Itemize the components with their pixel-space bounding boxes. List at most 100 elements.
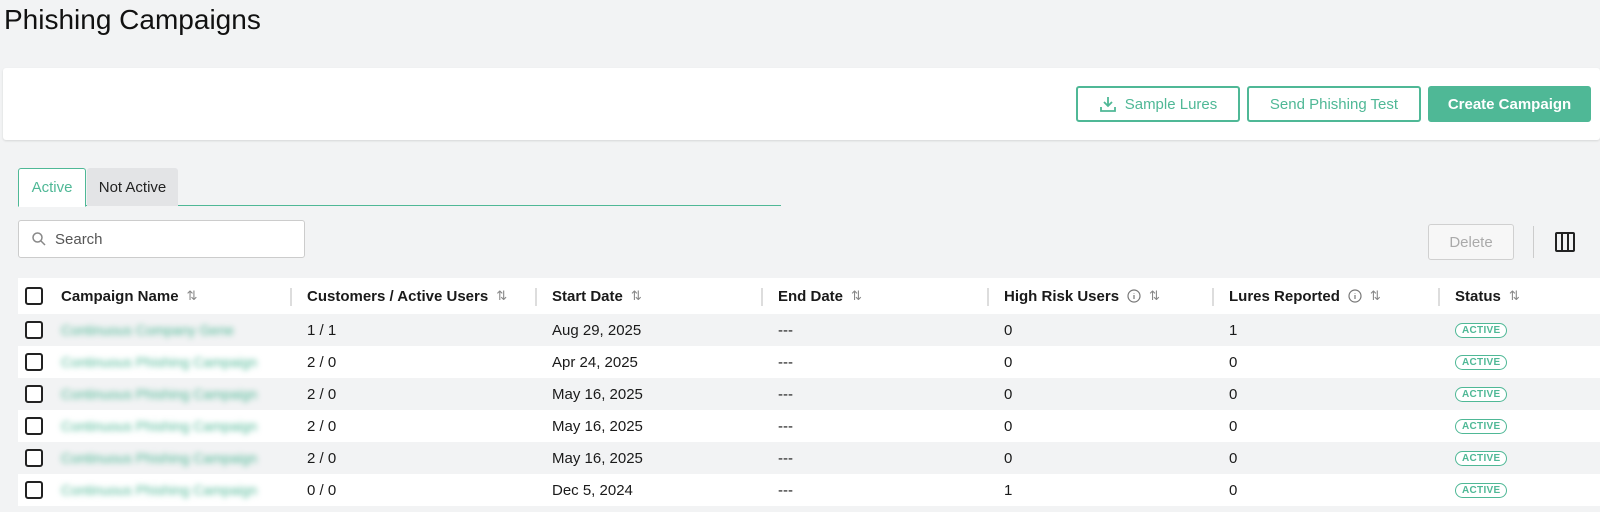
status-cell: ACTIVE [1455,386,1508,402]
start-date-cell: May 16, 2025 [552,417,643,435]
header-label: High Risk Users [1004,287,1120,305]
row-select-cell [25,417,43,435]
create-campaign-label: Create Campaign [1447,95,1572,113]
table-row[interactable]: Continuous Phishing Campaign 0 / 0 Dec 5… [18,474,1600,506]
sort-icon: ⇅ [1369,288,1381,303]
header-label: Customers / Active Users [307,287,489,305]
campaign-name-link[interactable]: Continuous Company Gene [61,322,234,338]
users-cell: 2 / 0 [307,385,337,403]
users-cell: 1 / 1 [307,321,337,339]
header-status[interactable]: Status ⇅ [1455,288,1520,305]
high-risk-cell: 0 [1004,449,1013,467]
row-select-cell [25,385,43,403]
lures-reported-cell: 0 [1229,353,1238,371]
header-end-date[interactable]: End Date ⇅ [778,288,862,305]
info-icon[interactable] [1348,289,1362,303]
campaign-name-link[interactable]: Continuous Phishing Campaign [61,386,257,402]
select-all-cell [25,287,43,305]
column-divider [1438,288,1440,306]
create-campaign-button[interactable]: Create Campaign [1428,86,1591,122]
row-checkbox[interactable] [25,449,43,467]
end-date-cell: --- [778,481,793,499]
start-date-cell: Dec 5, 2024 [552,481,633,499]
tab-active-label: Active [31,179,73,196]
status-badge: ACTIVE [1455,418,1508,434]
start-date-cell: Apr 24, 2025 [552,353,638,371]
row-select-cell [25,353,43,371]
delete-button[interactable]: Delete [1428,224,1514,260]
sort-icon: ⇅ [186,288,198,303]
status-cell: ACTIVE [1455,354,1508,370]
sort-icon: ⇅ [496,288,508,303]
tab-not-active[interactable]: Not Active [87,168,178,206]
table-row[interactable]: Continuous Phishing Campaign 2 / 0 May 1… [18,410,1600,442]
column-divider [761,288,763,306]
users-cell: 0 / 0 [307,481,337,499]
status-badge: ACTIVE [1455,450,1508,466]
search-input[interactable] [55,230,295,248]
header-label: End Date [778,287,844,305]
campaign-name-cell[interactable]: Continuous Phishing Campaign [61,418,257,434]
header-customers-active-users[interactable]: Customers / Active Users ⇅ [307,288,507,305]
table-row[interactable]: Continuous Phishing Campaign 2 / 0 May 1… [18,442,1600,474]
header-lures-reported[interactable]: Lures Reported ⇅ [1229,288,1381,305]
status-badge: ACTIVE [1455,482,1508,498]
high-risk-cell: 1 [1004,481,1013,499]
table-header: Campaign Name ⇅ Customers / Active Users ⇅… [18,278,1600,314]
table-row[interactable]: Continuous Phishing Campaign 2 / 0 Apr 2… [18,346,1600,378]
campaign-name-link[interactable]: Continuous Phishing Campaign [61,450,257,466]
row-checkbox[interactable] [25,481,43,499]
tab-active[interactable]: Active [18,168,86,207]
campaigns-table: Campaign Name ⇅ Customers / Active Users ⇅… [18,278,1600,506]
header-label: Status [1455,287,1501,305]
end-date-cell: --- [778,321,793,339]
table-row[interactable]: Continuous Company Gene 1 / 1 Aug 29, 20… [18,314,1600,346]
column-divider [1212,288,1214,306]
header-label: Start Date [552,287,623,305]
users-cell: 2 / 0 [307,417,337,435]
table-row[interactable]: Continuous Phishing Campaign 2 / 0 May 1… [18,378,1600,410]
send-phishing-test-label: Send Phishing Test [1269,95,1399,113]
row-checkbox[interactable] [25,321,43,339]
header-campaign-name[interactable]: Campaign Name ⇅ [61,288,197,305]
lures-reported-cell: 0 [1229,481,1238,499]
column-divider [535,288,537,306]
header-high-risk-users[interactable]: High Risk Users ⇅ [1004,288,1160,305]
status-badge: ACTIVE [1455,354,1508,370]
select-all-checkbox[interactable] [25,287,43,305]
sort-icon: ⇅ [1149,288,1160,303]
header-start-date[interactable]: Start Date ⇅ [552,288,642,305]
users-cell: 2 / 0 [307,353,337,371]
row-checkbox[interactable] [25,353,43,371]
header-label: Lures Reported [1229,287,1340,305]
campaign-name-cell[interactable]: Continuous Company Gene [61,322,234,338]
campaign-name-link[interactable]: Continuous Phishing Campaign [61,482,257,498]
header-label: Campaign Name [61,287,179,305]
tab-bar: Active Not Active [18,168,781,207]
campaign-name-link[interactable]: Continuous Phishing Campaign [61,354,257,370]
campaign-name-cell[interactable]: Continuous Phishing Campaign [61,482,257,498]
campaign-name-cell[interactable]: Continuous Phishing Campaign [61,450,257,466]
send-phishing-test-button[interactable]: Send Phishing Test [1247,86,1421,122]
campaign-name-link[interactable]: Continuous Phishing Campaign [61,418,257,434]
row-checkbox[interactable] [25,385,43,403]
columns-icon[interactable] [1554,231,1576,258]
search-icon [32,232,46,246]
high-risk-cell: 0 [1004,321,1013,339]
lures-reported-cell: 0 [1229,385,1238,403]
page-title: Phishing Campaigns [4,4,261,35]
campaign-name-cell[interactable]: Continuous Phishing Campaign [61,386,257,402]
row-checkbox[interactable] [25,417,43,435]
download-icon [1099,97,1116,112]
high-risk-cell: 0 [1004,353,1013,371]
high-risk-cell: 0 [1004,417,1013,435]
sample-lures-button[interactable]: Sample Lures [1076,86,1240,122]
row-select-cell [25,449,43,467]
lures-reported-cell: 0 [1229,449,1238,467]
column-divider [290,288,292,306]
search-box [18,220,305,258]
status-badge: ACTIVE [1455,322,1508,338]
end-date-cell: --- [778,449,793,467]
info-icon[interactable] [1127,289,1141,303]
campaign-name-cell[interactable]: Continuous Phishing Campaign [61,354,257,370]
